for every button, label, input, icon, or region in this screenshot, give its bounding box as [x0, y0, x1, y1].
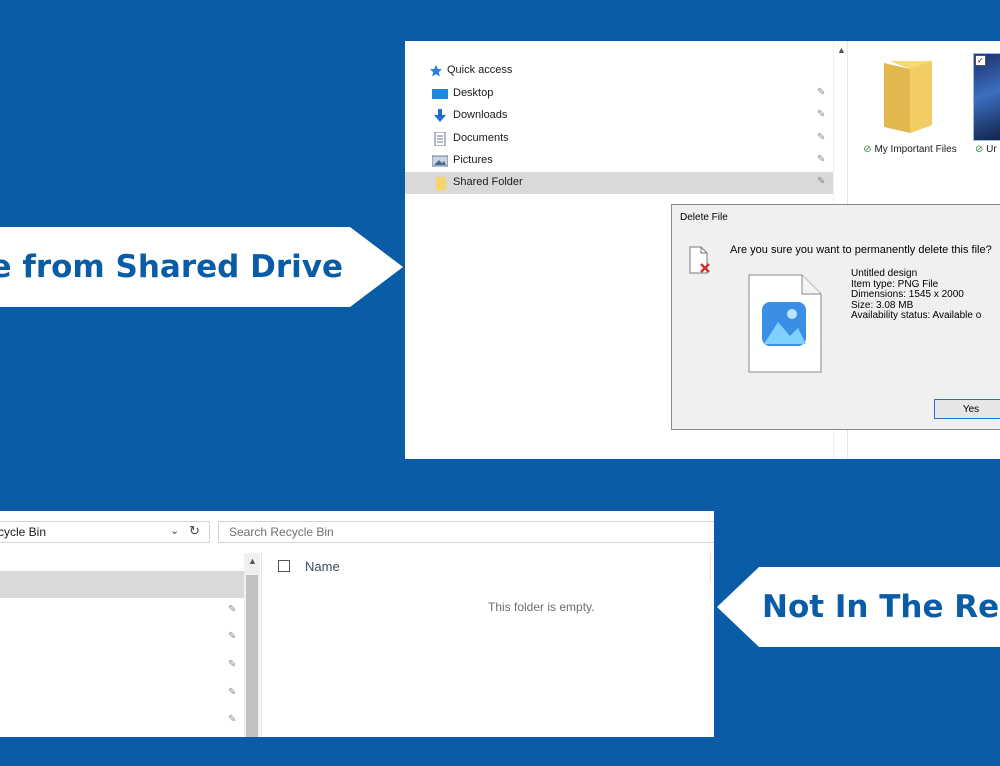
- select-all-checkbox[interactable]: [278, 560, 290, 572]
- nav-item-label: Quick access: [447, 64, 513, 76]
- folder-icon: [432, 176, 448, 190]
- pin-icon[interactable]: ✎: [228, 631, 236, 642]
- nav-item-label: Shared Folder: [453, 176, 523, 188]
- column-header-name[interactable]: Name: [305, 559, 340, 574]
- scrollbar[interactable]: ▲: [244, 553, 260, 737]
- nav-item-quick-access[interactable]: Quick access: [405, 60, 833, 82]
- nav-item-label: Documents: [453, 132, 509, 144]
- column-separator[interactable]: [710, 553, 711, 581]
- nav-item-shared-folder[interactable]: Shared Folder ✎: [405, 172, 833, 194]
- nav-item-downloads[interactable]: Downloads ✎: [405, 105, 833, 127]
- callout-top: le from Shared Drive: [0, 227, 403, 307]
- callout-bottom: Not In The Re: [717, 567, 1000, 647]
- pane-divider: [261, 553, 262, 737]
- dialog-body: Are you sure you want to permanently del…: [672, 229, 1000, 429]
- pin-icon[interactable]: ✎: [228, 604, 236, 615]
- explorer-window-bottom: cycle Bin ⌄ ↻ Search Recycle Bin ✎ ✎ ✎ ✎…: [0, 511, 714, 737]
- star-icon: [429, 64, 445, 78]
- chevron-down-icon[interactable]: ⌄: [170, 524, 179, 537]
- checkbox-checked[interactable]: ✓: [975, 55, 986, 66]
- nav-item-desktop[interactable]: Desktop ✎: [405, 83, 833, 105]
- file-detail-availability: Availability status: Available o: [851, 310, 982, 321]
- delete-file-dialog: Delete File Are you sure you want to per…: [671, 204, 1000, 430]
- explorer-window-top: Quick access Desktop ✎ Downloads ✎ Docum…: [405, 41, 1000, 459]
- pin-icon[interactable]: ✎: [817, 87, 825, 98]
- address-text: cycle Bin: [0, 525, 47, 539]
- search-placeholder: Search Recycle Bin: [229, 525, 334, 539]
- yes-button[interactable]: Yes: [934, 399, 1000, 419]
- file-details: Untitled design Item type: PNG File Dime…: [851, 268, 982, 322]
- callout-bottom-text: Not In The Re: [762, 589, 1000, 625]
- nav-item-label: Pictures: [453, 154, 493, 166]
- image-thumbnail[interactable]: [973, 53, 1000, 141]
- nav-item-pictures[interactable]: Pictures ✎: [405, 150, 833, 172]
- file-item-label[interactable]: ⊘ My Important Files: [860, 144, 960, 155]
- nav-item-label: Desktop: [453, 87, 494, 99]
- file-detail-dimensions: Dimensions: 1545 x 2000: [851, 289, 964, 300]
- nav-item-documents[interactable]: Documents ✎: [405, 128, 833, 150]
- empty-folder-message: This folder is empty.: [488, 600, 595, 614]
- file-name: Ur: [986, 144, 997, 155]
- pin-icon[interactable]: ✎: [817, 176, 825, 187]
- document-icon: [432, 131, 448, 147]
- refresh-icon[interactable]: ↻: [189, 523, 200, 539]
- folder-icon[interactable]: [880, 59, 936, 135]
- sync-check-icon: ⊘: [863, 144, 872, 155]
- delete-file-icon: [689, 246, 710, 274]
- desktop-icon: [432, 87, 448, 101]
- pin-icon[interactable]: ✎: [228, 659, 236, 670]
- nav-item-selected[interactable]: [0, 571, 244, 598]
- pin-icon[interactable]: ✎: [228, 714, 236, 725]
- png-file-icon: [748, 274, 822, 373]
- dialog-question: Are you sure you want to permanently del…: [730, 244, 992, 256]
- pin-icon[interactable]: ✎: [817, 154, 825, 165]
- search-input[interactable]: Search Recycle Bin: [218, 521, 714, 543]
- scroll-up-icon[interactable]: ▲: [248, 556, 257, 566]
- scroll-up-icon[interactable]: ▲: [837, 45, 846, 55]
- callout-top-text: le from Shared Drive: [0, 249, 343, 285]
- file-detail-name: Untitled design: [851, 268, 918, 279]
- scrollbar-thumb[interactable]: [246, 575, 258, 737]
- dialog-title: Delete File: [680, 212, 728, 223]
- pin-icon[interactable]: ✎: [817, 109, 825, 120]
- file-name: My Important Files: [874, 144, 957, 155]
- file-item-label[interactable]: ⊘ Ur: [975, 144, 997, 155]
- pin-icon[interactable]: ✎: [817, 132, 825, 143]
- pictures-icon: [431, 154, 449, 168]
- pin-icon[interactable]: ✎: [228, 687, 236, 698]
- download-arrow-icon: [432, 109, 448, 123]
- nav-item-label: Downloads: [453, 109, 508, 121]
- address-bar[interactable]: cycle Bin ⌄ ↻: [0, 521, 210, 543]
- sync-check-icon: ⊘: [975, 144, 984, 155]
